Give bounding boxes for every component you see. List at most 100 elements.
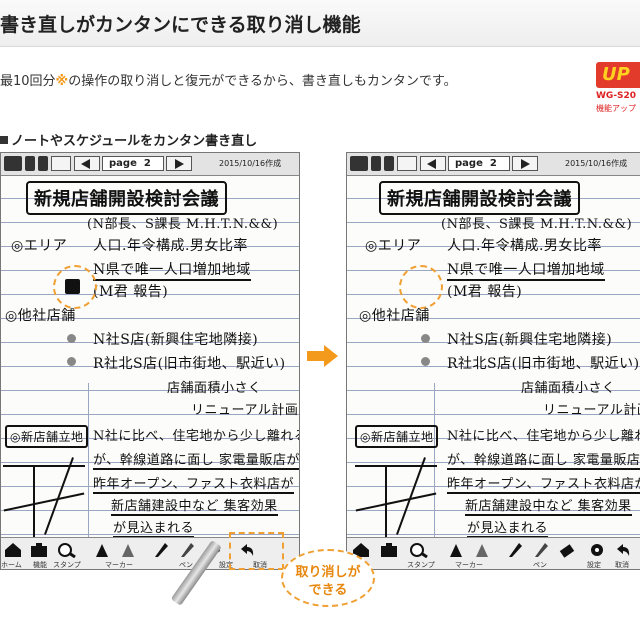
- function-label: 機能: [33, 561, 47, 569]
- note-line-3: 昨年オープン、ファスト衣料店が: [93, 473, 294, 494]
- battery-icon: [350, 156, 368, 171]
- left-arrow-icon: [427, 159, 436, 169]
- page-label: page: [455, 158, 483, 169]
- badge-model: WG-S20: [596, 91, 637, 101]
- stamp-icon[interactable]: [409, 541, 429, 559]
- badge-note: 機能アップ: [596, 104, 636, 113]
- next-page-button[interactable]: [166, 156, 192, 171]
- device-toolbar: page 2 2015/10/16作成: [1, 153, 299, 176]
- book-icon[interactable]: [397, 156, 417, 171]
- hand-drawn-map: [355, 455, 437, 537]
- note-report: (M君 報告): [447, 284, 523, 300]
- note-line-2: が、幹線道路に面し 家電量販店が: [93, 449, 299, 470]
- stamp-label: スタンプ: [53, 561, 81, 569]
- function-icon[interactable]: [379, 541, 399, 558]
- pen-icon[interactable]: [177, 541, 197, 558]
- note-store-n: N社S店(新興住宅地隣接): [447, 332, 613, 348]
- margin-line: [88, 383, 89, 540]
- square-bullet-icon: [0, 136, 8, 144]
- page-number: 2: [143, 158, 151, 169]
- badge-up-label: UP: [596, 62, 640, 88]
- undo-icon[interactable]: [613, 541, 633, 558]
- left-arrow-icon: [81, 159, 90, 169]
- note-area-detail: 人口.年令構成.男女比率: [93, 238, 248, 254]
- pen-icon[interactable]: [531, 541, 551, 558]
- file-icon[interactable]: [38, 156, 48, 171]
- marker-icon[interactable]: [473, 541, 493, 558]
- note-store-r: R社北S店(旧市街地、駅近い): [447, 356, 640, 372]
- hand-drawn-map: [3, 455, 85, 537]
- note-growth: N県で唯一人口増加地域: [93, 259, 251, 281]
- note-store-r: R社北S店(旧市街地、駅近い): [93, 356, 286, 372]
- pen-label: ペン: [533, 561, 547, 569]
- section-label: ノートやスケジュールをカンタン書き直し: [0, 130, 257, 149]
- bullet-dot: [67, 334, 76, 343]
- note-area-label: ◎エリア: [11, 238, 68, 254]
- undo-label: 取消: [615, 561, 629, 569]
- next-page-button[interactable]: [512, 156, 538, 171]
- description-prefix: 最10回分: [0, 74, 56, 89]
- note-competitor-label: ◎他社店舗: [5, 308, 76, 324]
- marker-icon[interactable]: [447, 541, 467, 558]
- eraser-icon[interactable]: [557, 541, 577, 558]
- right-arrow-icon: [175, 159, 184, 169]
- prev-page-button[interactable]: [420, 156, 446, 171]
- note-title: 新規店舗開設検討会議: [379, 181, 580, 215]
- file-icon[interactable]: [384, 156, 394, 171]
- note-title: 新規店舗開設検討会議: [26, 181, 227, 215]
- pen-icon[interactable]: [505, 541, 525, 558]
- note-store-size: 店舗面積小さく: [521, 381, 616, 396]
- description-text: 最10回分※の操作の取り消しと復元ができるから、書き直しもカンタンです。: [0, 70, 457, 89]
- device-toolbar: page 2 2015/10/16作成: [347, 153, 640, 176]
- note-growth: N県で唯一人口増加地域: [447, 259, 605, 281]
- right-arrow-icon: [521, 159, 530, 169]
- home-label: ホーム: [1, 561, 22, 569]
- page-indicator: page 2: [102, 156, 164, 171]
- note-competitor-label: ◎他社店舗: [359, 308, 430, 324]
- page-date: 2015/10/16作成: [565, 159, 628, 168]
- undo-callout: 取り消しが できる: [281, 549, 375, 607]
- device-screen-after: page 2 2015/10/16作成 新規店舗開設検討会議 (N部長、S課長 …: [346, 152, 640, 570]
- note-renewal: リニューアル計画中!: [543, 403, 640, 418]
- header-title: 書き直しがカンタンにできる取り消し機能: [0, 14, 361, 36]
- note-candidate-label: ◎新店舗立地: [355, 425, 439, 448]
- note-line-5: が見込まれる: [113, 517, 195, 538]
- stamp-label: スタンプ: [407, 561, 435, 569]
- footnote-mark: ※: [55, 74, 69, 89]
- upgrade-badge: UP WG-S20 機能アップ: [596, 62, 640, 122]
- prev-page-button[interactable]: [74, 156, 100, 171]
- note-line-4: 新店舗建設中など 集客効果: [465, 495, 632, 516]
- note-store-size: 店舗面積小さく: [167, 381, 262, 396]
- note-store-n: N社S店(新興住宅地隣接): [93, 332, 259, 348]
- note-candidate-label: ◎新店舗立地: [5, 425, 89, 448]
- description-suffix: の操作の取り消しと復元ができるから、書き直しもカンタンです。: [68, 74, 457, 89]
- header-bar: 書き直しがカンタンにできる取り消し機能: [0, 0, 640, 47]
- note-line-5: が見込まれる: [467, 517, 549, 538]
- note-report: (M君 報告): [93, 284, 169, 300]
- callout-line-1: 取り消しが: [295, 565, 361, 580]
- marker-label: マーカー: [105, 561, 133, 569]
- home-icon[interactable]: [3, 541, 23, 558]
- note-line-1: N社に比べ、住宅地から少し離れる: [447, 429, 640, 444]
- marker-icon[interactable]: [93, 541, 113, 558]
- function-icon[interactable]: [29, 541, 49, 558]
- handwriting-marker-icon: [65, 279, 80, 294]
- note-line-2: が、幹線道路に面し 家電量販店が: [447, 449, 640, 470]
- page-date: 2015/10/16作成: [219, 159, 282, 168]
- note-line-1: N社に比べ、住宅地から少し離れる: [93, 429, 300, 444]
- book-icon[interactable]: [51, 156, 71, 171]
- marker-icon[interactable]: [119, 541, 139, 558]
- memo-icon[interactable]: [371, 156, 381, 171]
- note-renewal: リニューアル計画中!: [191, 403, 299, 418]
- callout-line-2: できる: [308, 583, 348, 598]
- settings-icon[interactable]: [587, 541, 607, 558]
- highlight-circle: [399, 265, 443, 309]
- memo-icon[interactable]: [25, 156, 35, 171]
- marker-label: マーカー: [455, 561, 483, 569]
- stamp-icon[interactable]: [57, 541, 77, 559]
- note-line-3: 昨年オープン、ファスト衣料店が: [447, 473, 640, 494]
- pen-icon[interactable]: [151, 541, 171, 558]
- bullet-dot: [421, 334, 430, 343]
- page-label: page: [109, 158, 137, 169]
- note-attendees: (N部長、S課長 M.H.T.N.&&): [441, 217, 633, 232]
